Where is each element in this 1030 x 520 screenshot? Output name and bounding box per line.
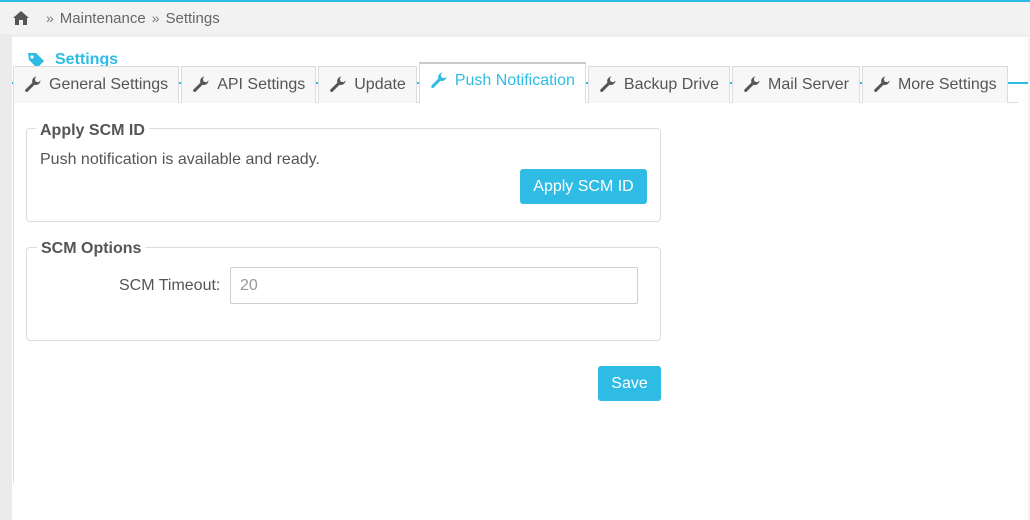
apply-scm-id-button[interactable]: Apply SCM ID xyxy=(520,169,647,204)
scm-timeout-input[interactable] xyxy=(230,267,638,304)
tab-api-settings[interactable]: API Settings xyxy=(181,66,317,103)
settings-tabs: General Settings API Settings Update Pus… xyxy=(13,62,1018,103)
breadcrumb: » Maintenance » Settings xyxy=(0,2,1030,34)
breadcrumb-separator: » xyxy=(151,10,160,26)
tab-label: Mail Server xyxy=(768,76,849,93)
scm-timeout-label: SCM Timeout: xyxy=(119,277,221,294)
tab-backup-drive[interactable]: Backup Drive xyxy=(587,66,731,103)
tab-general-settings[interactable]: General Settings xyxy=(13,66,180,103)
tab-push-notification[interactable]: Push Notification xyxy=(418,62,586,103)
breadcrumb-separator: » xyxy=(46,10,54,26)
push-status-text: Push notification is available and ready… xyxy=(40,151,320,168)
wrench-icon xyxy=(329,76,347,94)
apply-scm-legend: Apply SCM ID xyxy=(36,122,149,140)
left-gutter xyxy=(0,34,12,520)
tab-update[interactable]: Update xyxy=(318,66,417,103)
tab-label: Push Notification xyxy=(454,72,575,89)
scm-options-legend: SCM Options xyxy=(37,240,146,258)
wrench-icon xyxy=(192,76,210,94)
wrench-icon xyxy=(873,76,891,94)
tab-content: Apply SCM ID Push notification is availa… xyxy=(13,103,1018,483)
wrench-icon xyxy=(743,76,761,94)
breadcrumb-item-maintenance[interactable]: Maintenance xyxy=(60,10,146,27)
breadcrumb-item-settings: Settings xyxy=(165,9,220,27)
save-button[interactable]: Save xyxy=(598,366,661,401)
tab-more-settings[interactable]: More Settings xyxy=(861,66,1008,103)
tab-label: Backup Drive xyxy=(623,76,720,93)
tab-label: API Settings xyxy=(217,76,306,93)
home-icon[interactable] xyxy=(12,10,30,26)
tab-label: Update xyxy=(354,76,406,93)
tab-mail-server[interactable]: Mail Server xyxy=(732,66,860,103)
tab-label: General Settings xyxy=(49,76,169,93)
wrench-icon xyxy=(24,76,42,94)
wrench-icon xyxy=(599,76,617,94)
wrench-icon xyxy=(430,72,448,90)
tab-label: More Settings xyxy=(897,76,997,93)
